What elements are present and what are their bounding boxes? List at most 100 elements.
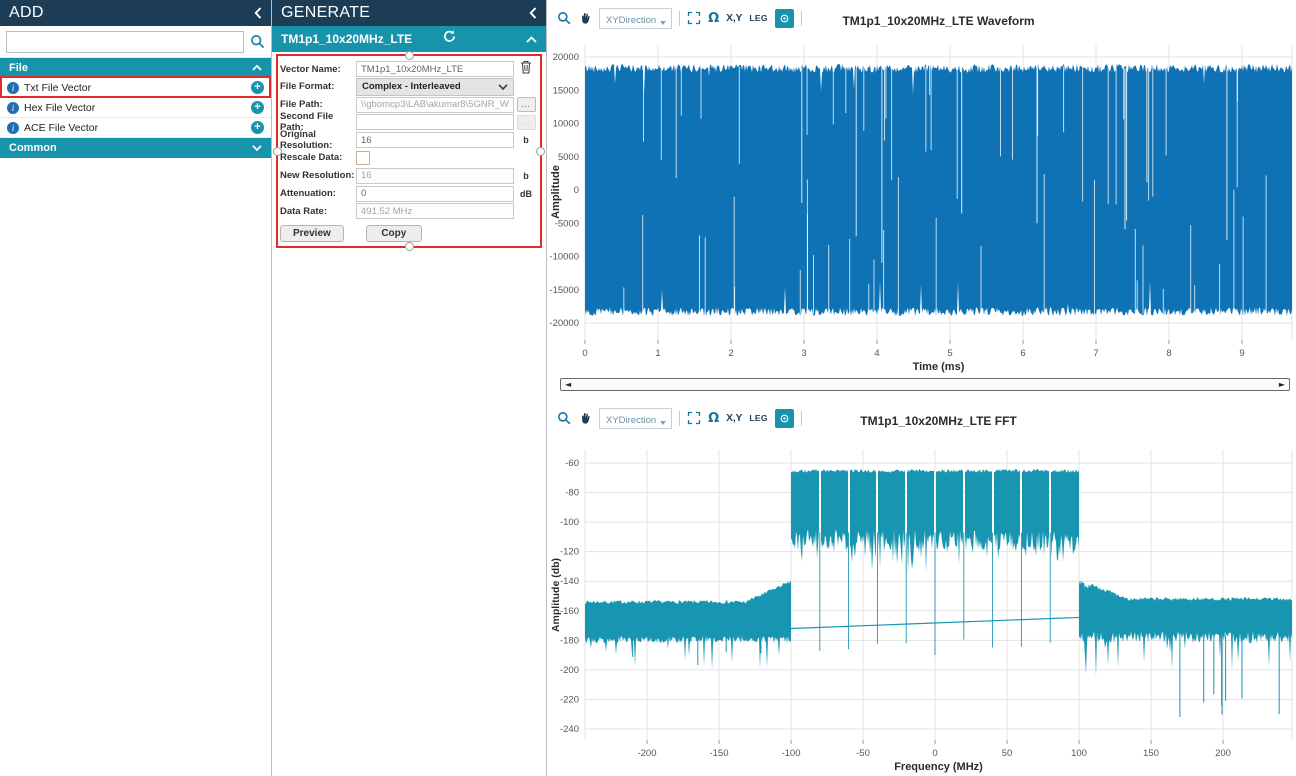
collapse-add-panel-icon[interactable]: [254, 7, 262, 19]
add-plus-icon[interactable]: +: [251, 121, 264, 134]
section-header-file[interactable]: File: [0, 58, 271, 78]
search-input[interactable]: [6, 31, 244, 53]
x-axis-tick-label: 0: [932, 748, 937, 759]
fft-carrier: [1022, 469, 1049, 557]
x-axis-tick-label: 8: [1166, 348, 1171, 359]
section-label: File: [9, 62, 28, 74]
second-file-path-input[interactable]: [356, 114, 514, 130]
info-icon[interactable]: i: [7, 102, 19, 114]
field-label: Attenuation:: [280, 188, 356, 199]
dropdown-caret-icon: [660, 21, 666, 25]
info-icon[interactable]: i: [7, 82, 19, 94]
dropdown-caret-icon: [660, 421, 666, 425]
generate-panel: GENERATE TM1p1_10x20MHz_LTE Vector Name:…: [272, 0, 547, 776]
legend-toggle[interactable]: LEG: [749, 9, 767, 27]
fit-expand-icon[interactable]: [687, 409, 701, 427]
browse-button-disabled: ...: [517, 115, 536, 130]
form-row-second-file-path: Second File Path:...: [280, 114, 538, 130]
x-axis-tick-label: 100: [1071, 748, 1087, 759]
section-header-common[interactable]: Common: [0, 138, 271, 158]
pan-hand-icon[interactable]: [578, 9, 592, 27]
add-plus-icon[interactable]: +: [251, 101, 264, 114]
xy-readout-toggle[interactable]: X,Y: [726, 9, 742, 27]
list-item-hex-file-vector[interactable]: i Hex File Vector+: [0, 98, 271, 118]
lasso-omega-icon[interactable]: Ω: [708, 9, 719, 27]
xy-readout-toggle[interactable]: X,Y: [726, 409, 742, 427]
fft-plot[interactable]: -60-80-100-120-140-160-180-200-220-240-2…: [547, 400, 1296, 776]
options-target-icon[interactable]: [775, 409, 794, 428]
list-item-ace-file-vector[interactable]: iACE File Vector+: [0, 118, 271, 138]
fft-carrier: [994, 469, 1020, 559]
browse-button[interactable]: ...: [517, 97, 536, 112]
waveform-plot[interactable]: 20000150001000050000-5000-10000-15000-20…: [547, 0, 1296, 405]
file-format-select[interactable]: Complex - Interleaved: [356, 78, 514, 96]
original-resolution-input[interactable]: [356, 132, 514, 148]
attenuation-input[interactable]: [356, 186, 514, 202]
charts-region: XYDirectionΩX,YLEG 20000150001000050000-…: [547, 0, 1296, 776]
chevron-down-icon: [252, 144, 262, 152]
item-label: Hex File Vector: [24, 102, 251, 114]
field-label: Original Resolution:: [280, 129, 356, 151]
copy-button[interactable]: Copy: [366, 225, 422, 242]
preview-button[interactable]: Preview: [280, 225, 344, 242]
y-axis-tick-label: -100: [560, 517, 579, 528]
fft-carrier: [791, 469, 819, 561]
form-row-file-path: File Path:...: [280, 97, 538, 113]
selection-handle[interactable]: [405, 242, 414, 251]
y-axis-label: Amplitude: [550, 165, 562, 219]
form-row-original-resolution: Original Resolution:b: [280, 132, 538, 148]
fft-noise-right: [1079, 580, 1292, 677]
add-plus-icon[interactable]: +: [251, 81, 264, 94]
collapse-generate-panel-icon[interactable]: [529, 7, 537, 19]
toolbar-separator: [801, 11, 802, 26]
generate-panel-title: GENERATE: [281, 4, 370, 22]
y-axis-tick-label: 10000: [553, 119, 579, 130]
form-row-attenuation: Attenuation:dB: [280, 186, 538, 202]
pan-hand-icon[interactable]: [578, 409, 592, 427]
vector-name-input[interactable]: [356, 61, 514, 77]
vector-section-title: TM1p1_10x20MHz_LTE: [281, 32, 412, 46]
collapse-vector-section-icon[interactable]: [526, 36, 537, 43]
scroll-right-arrow[interactable]: ►: [1279, 380, 1285, 389]
x-axis-tick-label: 3: [801, 348, 806, 359]
list-item-txt-file-vector[interactable]: iTxt File Vector+: [0, 78, 271, 98]
fft-chart-toolbar: XYDirection Ω X,Y LEG: [557, 408, 802, 428]
fit-expand-icon[interactable]: [687, 9, 701, 27]
scroll-left-arrow[interactable]: ◄: [565, 380, 571, 389]
x-axis-tick-label: 1: [655, 348, 660, 359]
rescale-data-checkbox[interactable]: [356, 151, 370, 165]
x-axis-tick-label: 0: [582, 348, 587, 359]
refresh-icon[interactable]: [442, 29, 526, 49]
y-axis-tick-label: -20000: [549, 318, 579, 329]
x-axis-tick-label: -100: [781, 748, 800, 759]
legend-toggle[interactable]: LEG: [749, 409, 767, 427]
chevron-down-icon: [498, 83, 508, 91]
file-path-input[interactable]: [356, 97, 514, 113]
x-axis-tick-label: -200: [637, 748, 656, 759]
xy-direction-dropdown[interactable]: XYDirection: [599, 8, 672, 29]
waveform-h-scrollbar[interactable]: ◄ ►: [560, 378, 1290, 391]
form-row-rescale-data: Rescale Data:: [280, 150, 538, 166]
y-axis-tick-label: -180: [560, 635, 579, 646]
y-axis-tick-label: 20000: [553, 52, 579, 63]
delete-trash-icon[interactable]: [520, 60, 532, 79]
xy-direction-label: XYDirection: [606, 415, 656, 426]
lasso-omega-icon[interactable]: Ω: [708, 409, 719, 427]
info-icon[interactable]: i: [7, 122, 19, 134]
waveform-chart-toolbar: XYDirection Ω X,Y LEG: [557, 8, 802, 28]
zoom-magnifier-icon[interactable]: [557, 9, 571, 27]
y-axis-tick-label: -80: [565, 488, 579, 499]
xy-direction-dropdown[interactable]: XYDirection: [599, 408, 672, 429]
x-axis-tick-label: -150: [709, 748, 728, 759]
vector-section-header[interactable]: TM1p1_10x20MHz_LTE: [272, 26, 546, 52]
search-icon[interactable]: [250, 34, 265, 49]
form-row-new-resolution: New Resolution:b: [280, 168, 538, 184]
fft-carrier: [965, 469, 992, 558]
fft-chart-block: XYDirectionΩX,YLEG -60-80-100-120-140-16…: [547, 400, 1296, 776]
zoom-magnifier-icon[interactable]: [557, 409, 571, 427]
field-label: New Resolution:: [280, 170, 356, 181]
data-rate-input: [356, 203, 514, 219]
y-axis-label: Amplitude (db): [550, 558, 562, 632]
add-panel-header: ADD: [0, 0, 271, 26]
options-target-icon[interactable]: [775, 9, 794, 28]
